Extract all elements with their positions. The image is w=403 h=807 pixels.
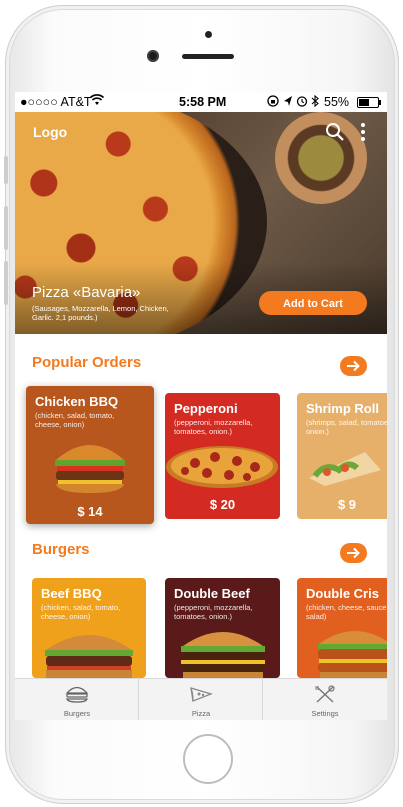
- earpiece-speaker: [182, 54, 234, 59]
- burgers-title: Burgers: [32, 541, 90, 558]
- burger-image: [50, 436, 130, 499]
- tab-burgers[interactable]: Burgers: [15, 679, 139, 720]
- popular-card-pepperoni[interactable]: Pepperoni (pepperoni, mozzarella, tomato…: [165, 393, 280, 519]
- popular-card-shrimp-roll[interactable]: Shrimp Roll (shrimps, salad, tomatoes, o…: [297, 393, 387, 519]
- arrow-right-icon: [347, 360, 360, 372]
- popular-orders-more-button[interactable]: [340, 356, 367, 376]
- card-title: Shrimp Roll: [306, 401, 379, 416]
- card-description: (pepperoni, mozzarella, tomatoes, onion.…: [174, 603, 253, 621]
- utensils-icon: [313, 685, 337, 703]
- alarm-icon: [296, 95, 308, 110]
- carrier-label: ●○○○○ AT&T: [20, 95, 92, 109]
- mute-switch: [4, 156, 8, 184]
- pizza-icon: [189, 685, 213, 703]
- arrow-right-icon: [347, 547, 360, 559]
- card-price: $ 9: [337, 497, 357, 512]
- burger-card-beef-bbq[interactable]: Beef BBQ (chicken, salad, tomato, cheese…: [32, 578, 146, 678]
- burgers-more-button[interactable]: [340, 543, 367, 563]
- card-title: Double Beef: [174, 586, 250, 601]
- lock-rotation-icon: [267, 95, 279, 110]
- burger-icon: [65, 685, 89, 703]
- card-description: (pepperoni, mozzarella, tomatoes, onion.…: [174, 418, 253, 436]
- popular-card-chicken-bbq[interactable]: Chicken BBQ (chicken, salad, tomato, che…: [26, 386, 154, 524]
- logo: Logo: [33, 124, 68, 140]
- card-title: Beef BBQ: [41, 586, 102, 601]
- home-button[interactable]: [183, 734, 233, 784]
- burger-card-double-cris[interactable]: Double Cris (chicken, cheese, sauce, sal…: [297, 578, 387, 678]
- hero-banner: Logo Pizza «Bavaria» (Sausages, Mozzarel…: [15, 112, 387, 334]
- burger-image: [313, 624, 387, 678]
- pizza-image: [165, 443, 280, 496]
- wrap-image: [305, 448, 385, 493]
- front-camera: [147, 50, 159, 62]
- tab-settings[interactable]: Settings: [263, 679, 387, 720]
- wifi-icon: [89, 94, 105, 109]
- tab-label: Pizza: [191, 709, 211, 718]
- location-icon: [283, 95, 293, 110]
- hero-description: (Sausages, Mozzarella, Lemon, Chicken, G…: [32, 304, 169, 322]
- search-icon[interactable]: [325, 122, 345, 142]
- hero-tea-cup-image: [275, 112, 367, 204]
- bluetooth-icon: [311, 94, 319, 110]
- proximity-sensor: [205, 31, 212, 38]
- battery-percent: 55%: [324, 95, 350, 109]
- burger-image: [173, 626, 273, 678]
- card-description: (chicken, cheese, sauce, salad): [306, 603, 387, 621]
- status-bar: ●○○○○ AT&T 5:58 PM 55%: [15, 92, 387, 112]
- card-title: Chicken BBQ: [35, 394, 119, 409]
- volume-up-button: [4, 206, 8, 250]
- card-price: $ 20: [209, 497, 236, 512]
- tab-label: Burgers: [63, 709, 91, 718]
- tab-pizza[interactable]: Pizza: [139, 679, 263, 720]
- card-title: Pepperoni: [174, 401, 238, 416]
- volume-down-button: [4, 261, 8, 305]
- card-price: $ 14: [77, 504, 103, 519]
- card-description: (chicken, salad, tomato, cheese, onion): [35, 411, 115, 429]
- burger-card-double-beef[interactable]: Double Beef (pepperoni, mozzarella, toma…: [165, 578, 280, 678]
- card-title: Double Cris: [306, 586, 379, 601]
- hero-title: Pizza «Bavaria»: [32, 284, 141, 301]
- battery-icon: [357, 97, 381, 108]
- card-description: (chicken, salad, tomato, cheese, onion): [41, 603, 121, 621]
- app-screen: ●○○○○ AT&T 5:58 PM 55% Logo Pizza «Bavar…: [15, 92, 387, 720]
- add-to-cart-button[interactable]: Add to Cart: [259, 291, 367, 315]
- clock: 5:58 PM: [179, 95, 227, 109]
- more-vertical-icon[interactable]: [358, 120, 368, 144]
- tab-bar: Burgers Pizza Settings: [15, 678, 387, 720]
- popular-orders-title: Popular Orders: [32, 354, 142, 371]
- card-description: (shrimps, salad, tomatoes, onion.): [306, 418, 387, 436]
- burger-image: [40, 628, 138, 678]
- tab-label: Settings: [311, 709, 339, 718]
